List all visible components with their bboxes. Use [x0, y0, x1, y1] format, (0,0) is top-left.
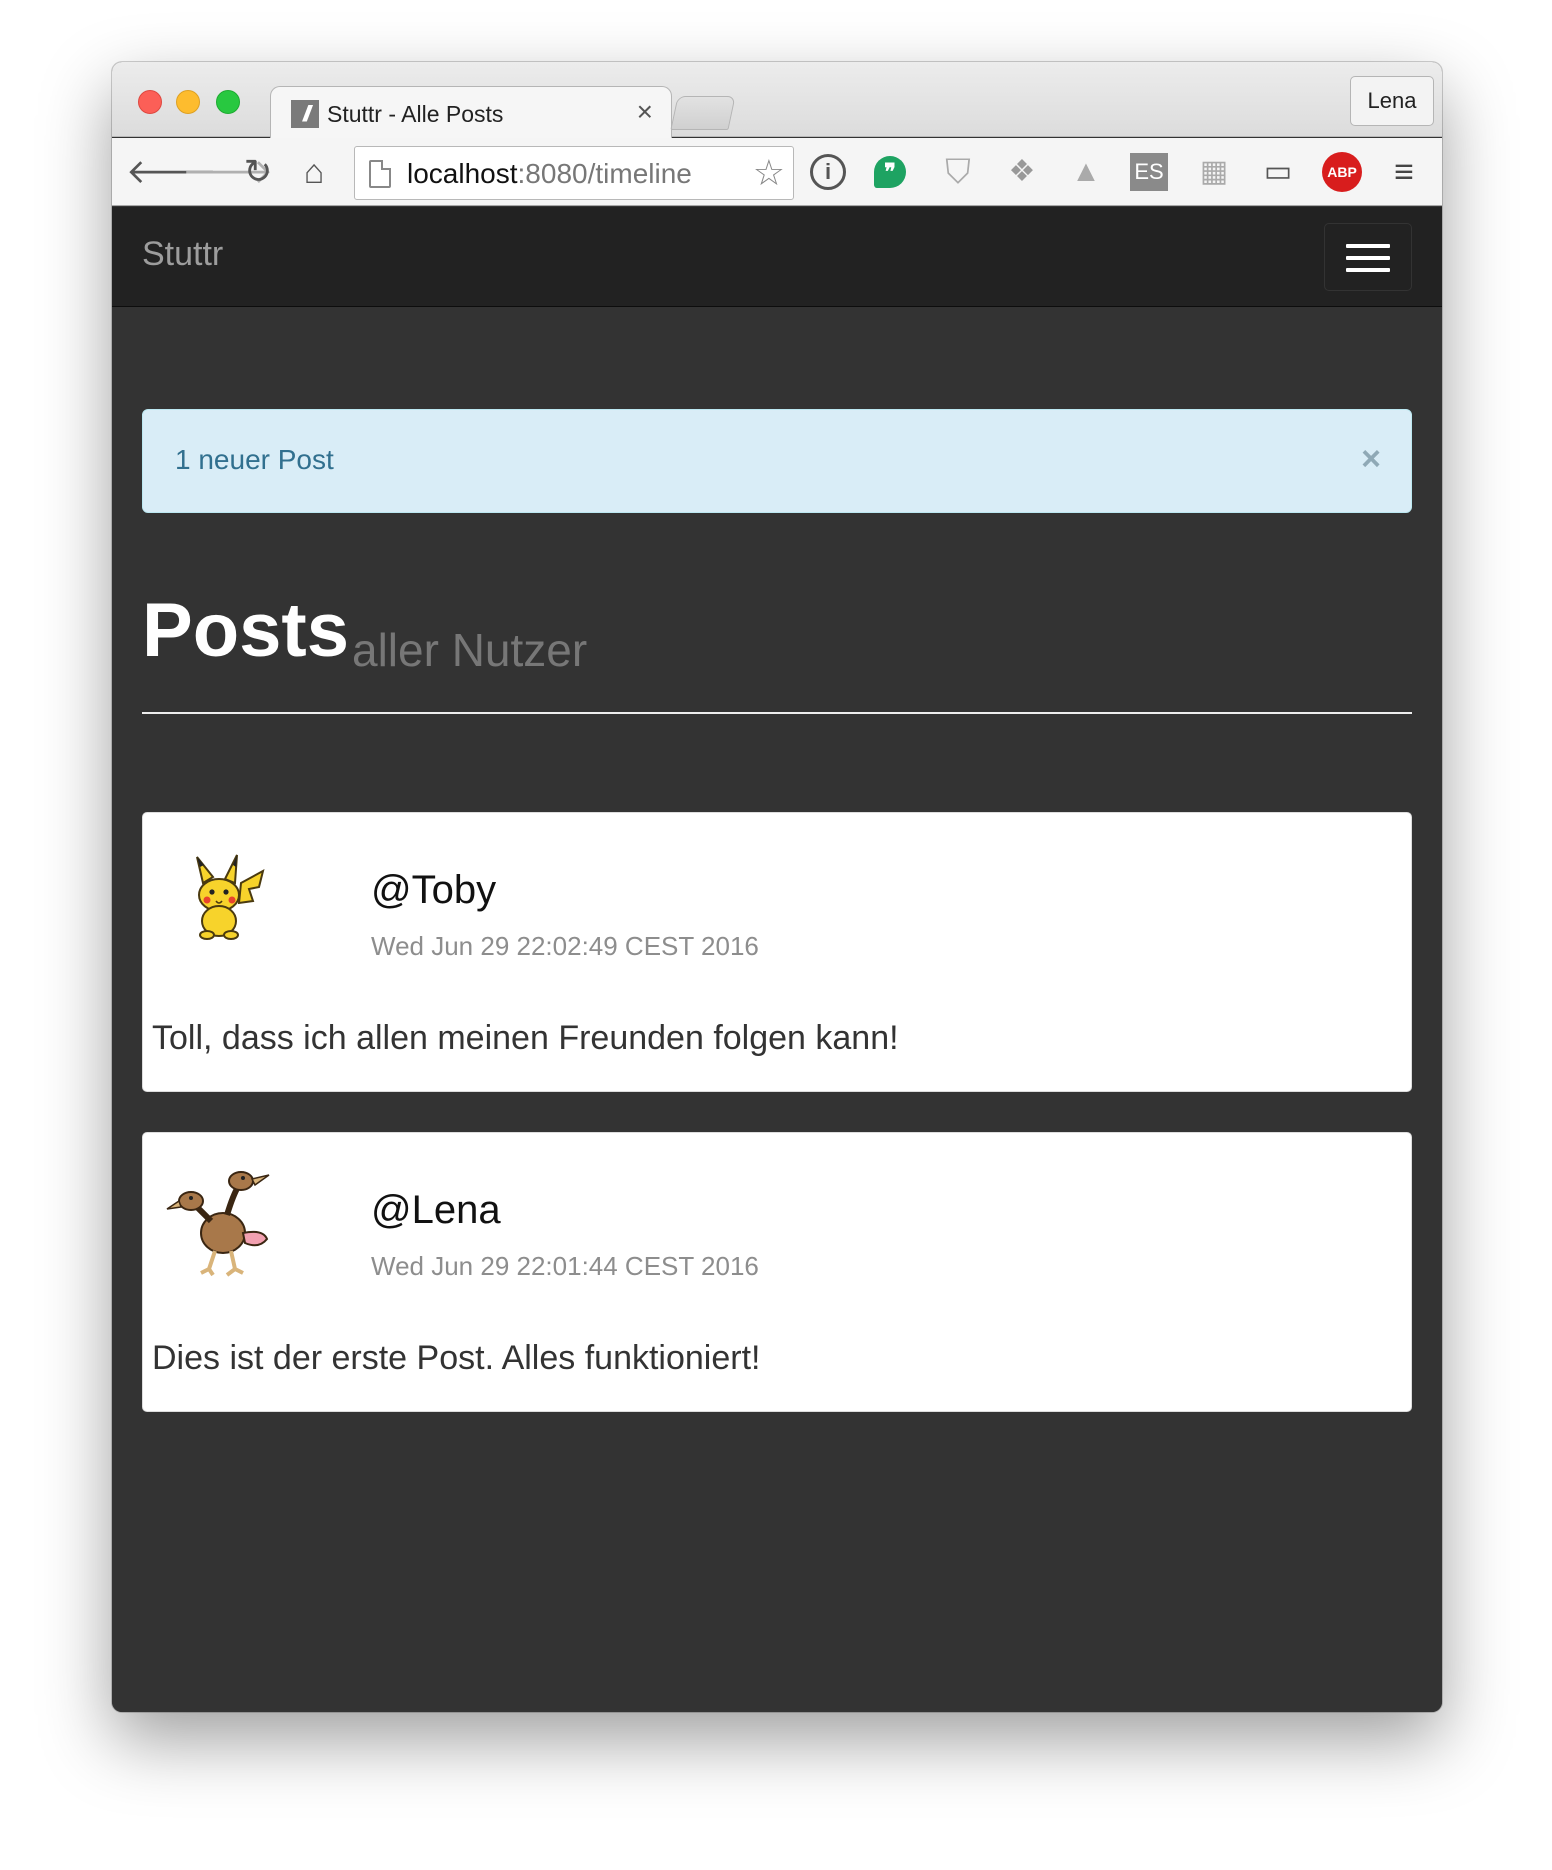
- tab-stuttr[interactable]: // Stuttr - Alle Posts ×: [270, 86, 672, 138]
- drive-icon[interactable]: ▲: [1066, 152, 1106, 192]
- window-close-button[interactable]: [138, 90, 162, 114]
- layout-icon[interactable]: ▦: [1194, 152, 1234, 192]
- page-header: Posts aller Nutzer: [142, 587, 1412, 714]
- post-card: @Toby Wed Jun 29 22:02:49 CEST 2016 Toll…: [142, 812, 1412, 1092]
- back-arrow-icon[interactable]: 🡐: [126, 152, 217, 192]
- tab-strip: // Stuttr - Alle Posts × Lena: [112, 62, 1442, 138]
- menu-icon[interactable]: ≡: [1384, 152, 1424, 192]
- profile-button[interactable]: Lena: [1350, 76, 1434, 126]
- window-maximize-button[interactable]: [216, 90, 240, 114]
- home-icon[interactable]: ⌂: [294, 152, 334, 192]
- es-icon[interactable]: ES: [1130, 153, 1168, 191]
- pikachu-avatar[interactable]: [163, 843, 283, 963]
- url-host: localhost: [407, 158, 518, 189]
- post-username[interactable]: @Lena: [371, 1188, 501, 1233]
- window-minimize-button[interactable]: [176, 90, 200, 114]
- reload-icon[interactable]: ↻: [238, 152, 278, 192]
- bookmark-star-icon[interactable]: ☆: [753, 153, 785, 193]
- post-card: @Lena Wed Jun 29 22:01:44 CEST 2016 Dies…: [142, 1132, 1412, 1412]
- doduo-avatar[interactable]: [163, 1163, 283, 1283]
- stuttr-favicon-icon: //: [291, 100, 319, 128]
- adblock-plus-icon[interactable]: ABP: [1322, 152, 1362, 192]
- tab-title: Stuttr - Alle Posts: [327, 101, 504, 127]
- post-username[interactable]: @Toby: [371, 868, 496, 913]
- navbar-toggle-button[interactable]: [1324, 223, 1412, 291]
- alert-close-icon[interactable]: ×: [1361, 440, 1381, 479]
- post-text: Dies ist der erste Post. Alles funktioni…: [152, 1339, 761, 1377]
- page-content: Stuttr 1 neuer Post × Posts aller Nutzer: [112, 207, 1442, 1712]
- hangouts-icon[interactable]: ❞: [874, 156, 906, 188]
- page-icon: [369, 160, 391, 188]
- site-navbar: Stuttr: [112, 207, 1442, 307]
- brand-link[interactable]: Stuttr: [142, 235, 223, 274]
- shield-icon[interactable]: ⛉: [938, 152, 978, 192]
- page-title: Posts: [142, 588, 349, 673]
- hamburger-bar: [1346, 244, 1390, 248]
- browser-toolbar: 🡐 🡒 ↻ ⌂ localhost:8080/timeline ☆ i ❞ ⛉ …: [112, 138, 1442, 206]
- new-post-alert[interactable]: 1 neuer Post ×: [142, 409, 1412, 513]
- 1password-icon[interactable]: i: [810, 154, 846, 190]
- page-subtitle: aller Nutzer: [352, 624, 588, 676]
- url-path: :8080/timeline: [517, 158, 692, 189]
- post-text: Toll, dass ich allen meinen Freunden fol…: [152, 1019, 899, 1057]
- hamburger-bar: [1346, 256, 1390, 260]
- forward-arrow-icon[interactable]: 🡒: [182, 152, 273, 192]
- address-bar[interactable]: localhost:8080/timeline ☆: [354, 146, 794, 200]
- alert-text[interactable]: 1 neuer Post: [175, 444, 334, 476]
- url-text[interactable]: localhost:8080/timeline: [407, 158, 692, 190]
- browser-window: // Stuttr - Alle Posts × Lena 🡐 🡒 ↻ ⌂ lo…: [112, 62, 1442, 1712]
- dropbox-icon[interactable]: ❖: [1002, 152, 1042, 192]
- hamburger-bar: [1346, 268, 1390, 272]
- post-timestamp: Wed Jun 29 22:01:44 CEST 2016: [371, 1251, 759, 1281]
- new-tab-button[interactable]: [670, 96, 736, 130]
- tab-close-icon[interactable]: ×: [637, 96, 653, 127]
- post-timestamp: Wed Jun 29 22:02:49 CEST 2016: [371, 931, 759, 961]
- cast-icon[interactable]: ▭: [1258, 152, 1298, 192]
